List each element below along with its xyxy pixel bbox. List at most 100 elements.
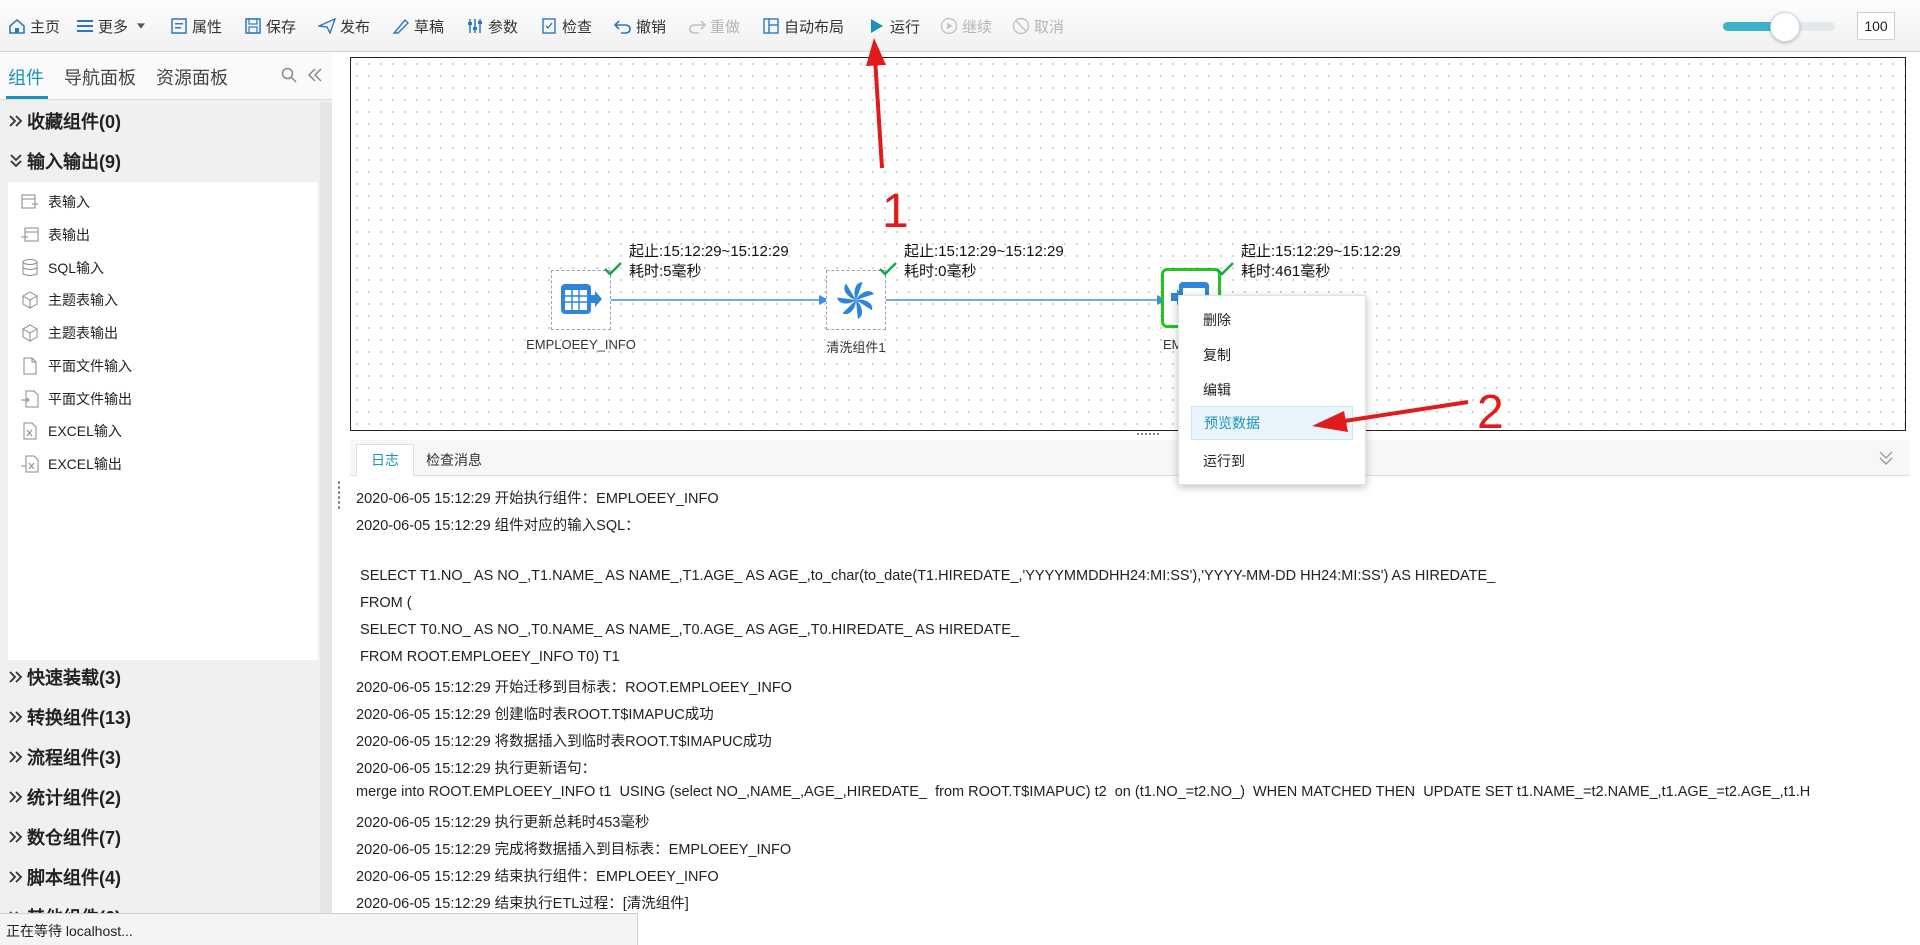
component-panel: 组件 导航面板 资源面板 收藏组件(0) 输入输出(9) 表输入 表输出 SQL… [0,52,332,945]
params-label: 参数 [488,18,519,36]
menu-item-edit[interactable]: 编辑 [1191,373,1353,407]
group-label: 数仓组件(7) [27,828,121,848]
log-line: SELECT T0.NO_ AS NO_,T0.NAME_ AS NAME_,T… [356,622,1019,638]
log-line: 2020-06-05 15:12:29 执行更新总耗时453毫秒 [356,815,650,831]
check-button[interactable]: 检查 [540,14,592,38]
chevron-double-right-icon [9,671,23,683]
draft-icon [392,18,409,34]
tab-components[interactable]: 组件 [8,64,44,90]
chevron-double-right-icon [9,871,23,883]
component-table-input[interactable]: 表输入 [20,190,90,214]
group-statistics[interactable]: 统计组件(2) [0,778,320,816]
log-line: FROM ROOT.EMPLOEEY_INFO T0) T1 [356,649,620,665]
menu-item-run-to[interactable]: 运行到 [1191,444,1353,478]
group-flow[interactable]: 流程组件(3) [0,738,320,776]
menu-item-preview-data[interactable]: 预览数据 [1191,406,1353,440]
group-script[interactable]: 脚本组件(4) [0,858,320,896]
properties-icon [171,18,187,34]
paper-plane-icon [318,17,336,35]
table-input-icon [561,284,602,314]
log-line: 2020-06-05 15:12:29 执行更新语句： [356,761,597,777]
tab-resources[interactable]: 资源面板 [156,64,228,90]
layout-icon [763,18,779,34]
tab-check-messages[interactable]: 检查消息 [412,444,496,476]
canvas-resize-handle[interactable] [1136,432,1160,437]
toolbar: 主页 更多 属性 保存 发布 草稿 参数 检查 撤销 重做 自动布局 运行 继续… [0,0,1920,52]
group-favorites[interactable]: 收藏组件(0) [0,102,320,140]
log-tabs: 日志 检查消息 [350,440,1910,476]
auto-layout-label: 自动布局 [784,18,845,36]
collapse-down-icon[interactable] [1877,449,1895,467]
component-flat-file-output[interactable]: 平面文件输出 [20,387,132,411]
component-label: EXCEL输入 [48,423,122,439]
group-label: 脚本组件(4) [27,868,121,888]
node-label: EMPLOEEY_INFO [526,337,636,352]
cancel-button[interactable]: 取消 [1012,14,1064,38]
save-button[interactable]: 保存 [244,14,296,38]
component-flat-file-input[interactable]: 平面文件输入 [20,354,132,378]
component-sql-input[interactable]: SQL输入 [20,256,104,280]
log-line: 2020-06-05 15:12:29 完成将数据插入到目标表：EMPLOEEY… [356,842,792,858]
group-label: 收藏组件(0) [27,112,121,132]
component-topic-table-input[interactable]: 主题表输入 [20,288,118,312]
chevron-double-down-icon [10,154,22,168]
group-fast-load[interactable]: 快速装载(3) [0,658,320,696]
tab-log[interactable]: 日志 [356,444,414,476]
tab-navigation[interactable]: 导航面板 [64,64,136,90]
node-duration: 耗时:461毫秒 [1241,263,1331,280]
cancel-label: 取消 [1034,18,1065,36]
group-io[interactable]: 输入输出(9) [0,142,320,180]
collapse-left-icon[interactable] [306,66,324,84]
redo-button[interactable]: 重做 [688,14,740,38]
flow-canvas[interactable]: 起止:15:12:29~15:12:29 耗时:5毫秒 EMPLOEEY_INF… [350,57,1906,431]
search-icon[interactable] [280,66,298,84]
group-label: 输入输出(9) [27,152,121,172]
params-button[interactable]: 参数 [466,14,518,38]
excel-icon [23,422,37,440]
home-icon [9,18,25,34]
menu-item-copy[interactable]: 复制 [1191,338,1353,372]
check-doc-icon [542,18,556,34]
publish-button[interactable]: 发布 [318,14,370,38]
component-excel-output[interactable]: EXCEL输出 [20,452,122,476]
home-button[interactable]: 主页 [8,14,60,38]
component-excel-input[interactable]: EXCEL输入 [20,419,122,443]
continue-button[interactable]: 继续 [940,14,992,38]
caret-down-icon [137,23,146,29]
node-2-info: 起止:15:12:29~15:12:29 耗时:0毫秒 [904,242,1064,282]
more-label: 更多 [98,18,129,36]
component-label: SQL输入 [48,260,105,276]
properties-button[interactable]: 属性 [170,14,222,38]
menu-item-delete[interactable]: 删除 [1191,303,1353,337]
component-table-output[interactable]: 表输出 [20,223,90,247]
node-cleanse[interactable] [826,270,886,330]
node-table-input[interactable] [551,270,611,330]
log-line: 2020-06-05 15:12:29 创建临时表ROOT.T$IMAPUC成功 [356,707,714,723]
draft-button[interactable]: 草稿 [392,14,444,38]
success-check-icon [879,262,897,276]
chevron-double-right-icon [9,831,23,843]
save-label: 保存 [266,18,297,36]
properties-label: 属性 [192,18,223,36]
pinwheel-icon [837,282,874,319]
node-3-info: 起止:15:12:29~15:12:29 耗时:461毫秒 [1241,242,1401,282]
auto-layout-button[interactable]: 自动布局 [762,14,844,38]
run-button[interactable]: 运行 [868,14,920,38]
cube-icon [22,291,38,309]
splitter-handle[interactable] [337,480,341,510]
save-icon [245,18,261,34]
component-topic-table-output[interactable]: 主题表输出 [20,321,118,345]
group-transform[interactable]: 转换组件(13) [0,698,320,736]
redo-icon [689,20,706,34]
undo-button[interactable]: 撤销 [614,14,666,38]
node-1-info: 起止:15:12:29~15:12:29 耗时:5毫秒 [629,242,789,282]
cube-icon [22,324,38,342]
chevron-double-right-icon [9,791,23,803]
zoom-slider-handle[interactable] [1769,12,1800,42]
log-output: 2020-06-05 15:12:29 开始执行组件：EMPLOEEY_INFO… [350,477,1910,913]
group-warehouse[interactable]: 数仓组件(7) [0,818,320,856]
more-button[interactable]: 更多 [76,14,150,38]
zoom-input[interactable]: 100 [1857,12,1895,40]
continue-label: 继续 [962,18,993,36]
panel-scrollbar[interactable] [320,102,332,945]
